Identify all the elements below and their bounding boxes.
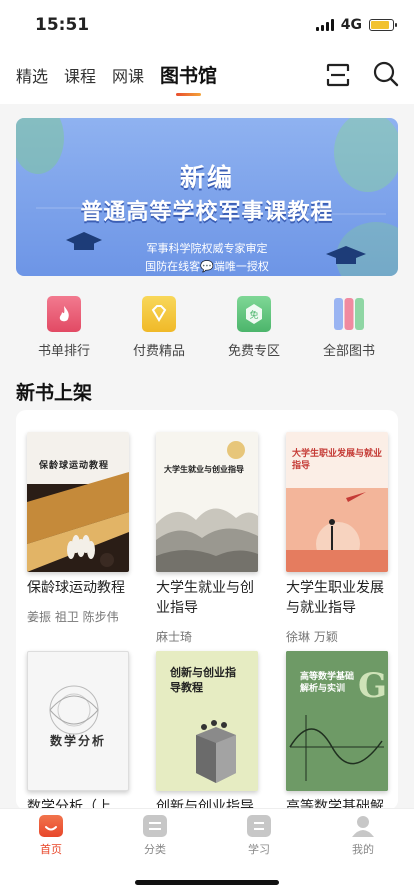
book-cover: 大学生就业与创业指导: [156, 432, 258, 572]
banner-title-line2: 普通高等学校军事课教程: [80, 200, 334, 225]
tab-category-label: 分类: [144, 843, 166, 856]
category-all-label: 全部图书: [322, 344, 375, 359]
new-books-panel: 保龄球运动教程 保龄球运动教程 姜振 祖卫 陈步伟 大学生就业与创业指导 大学生…: [16, 410, 398, 810]
flame-book-icon: [47, 296, 81, 332]
home-icon: [39, 815, 63, 837]
book-card[interactable]: 大学生职业发展与就业指导 大学生职业发展与就业指导 徐琳 万颖: [286, 432, 388, 645]
book-cover-title: 大学生职业发展与就业指导: [292, 449, 383, 471]
tab-library[interactable]: 图书馆: [160, 61, 217, 96]
book-card[interactable]: 大学生就业与创业指导 大学生就业与创业指导 麻士琦: [156, 432, 258, 645]
tab-online-class[interactable]: 网课: [112, 63, 144, 87]
home-indicator: [135, 880, 279, 885]
book-card[interactable]: 保龄球运动教程 保龄球运动教程 姜振 祖卫 陈步伟: [27, 432, 129, 625]
book-cover-title: 高等数学基础解析与实训: [300, 672, 355, 694]
search-icon[interactable]: [372, 60, 400, 88]
scan-icon[interactable]: [325, 62, 351, 88]
book-author: 徐琳 万颖: [286, 630, 338, 644]
banner-subtitle-line2: 国防在线客💬端唯一授权: [145, 260, 269, 273]
status-bar: 15:51 4G: [0, 0, 414, 48]
tab-study[interactable]: 学习: [229, 815, 289, 857]
promo-banner[interactable]: 新编 普通高等学校军事课教程 军事科学院权威专家审定 国防在线客💬端唯一授权: [16, 118, 398, 276]
book-author: 姜振 祖卫 陈步伟: [27, 610, 119, 624]
study-icon: [247, 815, 271, 837]
book-card[interactable]: 创新与创业指导教程 创新与创业指导: [156, 651, 258, 810]
status-time: 15:51: [35, 15, 90, 35]
book-cover: 保龄球运动教程: [27, 432, 129, 572]
category-icon: [143, 815, 167, 837]
svg-text:免: 免: [249, 309, 258, 321]
diamond-book-icon: [142, 296, 176, 332]
book-author: 麻士琦: [156, 630, 193, 644]
book-cover: 大学生职业发展与就业指导: [286, 432, 388, 572]
bookshelf-icon: [332, 296, 366, 332]
tab-courses[interactable]: 课程: [64, 63, 96, 87]
tab-home-label: 首页: [40, 843, 62, 856]
svg-text:G: G: [358, 666, 387, 706]
category-premium[interactable]: 付费精品: [114, 296, 204, 359]
book-title: 大学生职业发展与就业指导: [286, 580, 384, 616]
tab-study-label: 学习: [248, 843, 270, 856]
signal-icon: [315, 19, 334, 31]
profile-icon: [351, 815, 375, 837]
category-all[interactable]: 全部图书: [304, 296, 394, 359]
tab-home[interactable]: 首页: [21, 815, 81, 857]
book-cover: 数学分析: [27, 651, 129, 791]
tab-featured[interactable]: 精选: [16, 63, 48, 87]
tab-profile-label: 我的: [352, 843, 374, 856]
book-cover: 创新与创业指导教程: [156, 651, 258, 791]
book-cover: G 高等数学基础解析与实训: [286, 651, 388, 791]
battery-icon: [369, 19, 397, 31]
book-card[interactable]: 数学分析 数学分析（上: [27, 651, 129, 810]
book-cover-title: 数学分析: [50, 734, 107, 748]
category-ranking[interactable]: 书单排行: [19, 296, 109, 359]
book-title: 保龄球运动教程: [27, 580, 125, 596]
section-title: 新书上架: [16, 382, 93, 404]
tab-profile[interactable]: 我的: [333, 815, 393, 857]
category-free[interactable]: 免 免费专区: [209, 296, 299, 359]
category-premium-label: 付费精品: [132, 344, 185, 359]
category-shortcuts: 书单排行 付费精品 免 免费专区 全部图书: [0, 296, 414, 360]
book-title: 大学生就业与创业指导: [156, 580, 254, 616]
category-free-label: 免费专区: [227, 344, 280, 359]
top-navigation: 精选 课程 网课 图书馆: [0, 48, 414, 104]
free-book-icon: 免: [237, 296, 271, 332]
tab-category[interactable]: 分类: [125, 815, 185, 857]
category-ranking-label: 书单排行: [37, 344, 90, 359]
banner-title-line1: 新编: [179, 163, 234, 192]
book-cover-title: 创新与创业指导教程: [170, 666, 236, 694]
network-type: 4G: [340, 17, 362, 33]
banner-subtitle-line1: 军事科学院权威专家审定: [146, 242, 268, 255]
book-cover-title: 大学生就业与创业指导: [164, 465, 244, 474]
book-card[interactable]: G 高等数学基础解析与实训 高等数学基础解: [286, 651, 388, 810]
book-cover-title: 保龄球运动教程: [39, 461, 110, 471]
